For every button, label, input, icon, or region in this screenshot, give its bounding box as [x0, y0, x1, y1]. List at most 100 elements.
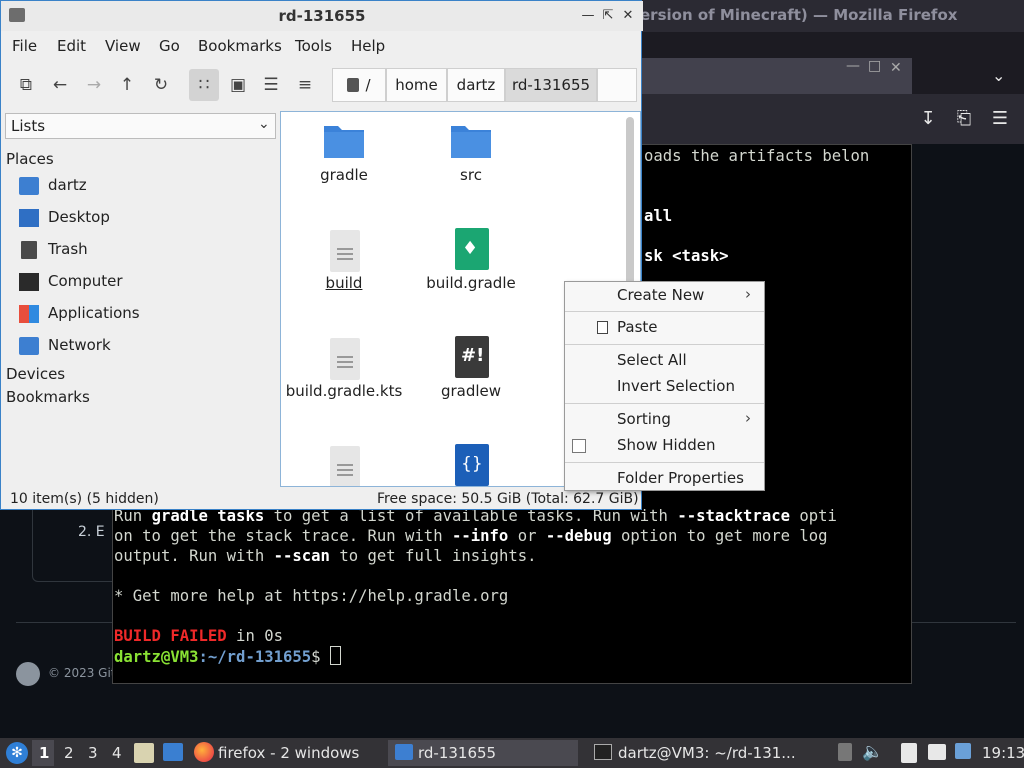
github-list-item: 2. E [78, 524, 105, 540]
sidebar-heading-devices[interactable]: Devices [6, 365, 65, 383]
terminal-prompt: dartz@VM3:~/rd-131655$ [114, 646, 341, 667]
terminal-line: oads the artifacts belon [644, 147, 870, 165]
menu-edit[interactable]: Edit [57, 37, 86, 55]
task-terminal[interactable]: dartz@VM3: ~/rd-131... [618, 744, 796, 762]
chevron-down-icon[interactable]: ⌄ [992, 66, 1012, 86]
menu-item-create-new[interactable]: Create New › [565, 284, 764, 308]
menu-bookmarks[interactable]: Bookmarks [198, 37, 282, 55]
detailed-list-view-icon[interactable]: ≡ [292, 73, 318, 97]
file-item-json[interactable]: {} [411, 444, 531, 486]
menu-tools[interactable]: Tools [295, 37, 332, 55]
sidebar-item-trash[interactable]: Trash [19, 238, 269, 264]
close-icon[interactable]: ✕ [890, 60, 902, 76]
folder-icon [451, 126, 491, 158]
menu-item-sorting[interactable]: Sorting › [565, 408, 764, 432]
terminal-line: all [644, 207, 673, 225]
volume-icon[interactable]: 🔈 [862, 742, 883, 762]
menu-view[interactable]: View [105, 37, 141, 55]
script-file-icon: #! [455, 336, 489, 378]
github-logo-icon[interactable] [16, 662, 40, 686]
terminal-line: * Get more help at https://help.gradle.o… [114, 587, 509, 605]
sidebar-item-applications[interactable]: Applications [19, 302, 269, 328]
grid-view-icon[interactable]: ∷ [191, 73, 217, 97]
free-space: Free space: 50.5 GiB (Total: 62.7 GiB) [377, 491, 639, 507]
text-file-icon [330, 338, 360, 380]
show-desktop-icon[interactable] [163, 743, 183, 761]
thumbnail-view-icon[interactable]: ▣ [225, 73, 251, 97]
maximize-icon[interactable]: □ [868, 58, 881, 74]
terminal-cursor [329, 646, 341, 665]
folder-icon [324, 126, 364, 158]
breadcrumb-dartz[interactable]: dartz [447, 68, 505, 102]
start-menu-icon[interactable]: ✻ [6, 742, 28, 764]
menu-item-paste[interactable]: Paste [565, 316, 764, 340]
scrollbar-thumb[interactable] [626, 117, 634, 287]
task-file-manager[interactable]: rd-131655 [418, 744, 496, 762]
workspace-2[interactable]: 2 [64, 744, 74, 762]
menu-item-folder-properties[interactable]: Folder Properties [565, 467, 764, 491]
menu-item-select-all[interactable]: Select All [565, 349, 764, 373]
gradle-file-icon: ♦ [455, 228, 489, 270]
chevron-right-icon: › [745, 285, 751, 303]
breadcrumb-root[interactable]: / [332, 68, 386, 102]
menu-separator [565, 344, 764, 345]
extensions-icon[interactable]: ⎗ [952, 108, 976, 132]
menu-separator [565, 311, 764, 312]
workspace-1[interactable]: 1 [39, 744, 49, 762]
elephant-icon: ♦ [462, 238, 479, 259]
breadcrumb-home[interactable]: home [386, 68, 447, 102]
reload-icon[interactable]: ↻ [148, 73, 174, 97]
file-manager-launcher-icon[interactable] [134, 743, 154, 763]
update-tray-icon[interactable] [955, 743, 971, 759]
breadcrumb-rd-131655[interactable]: rd-131655 [505, 68, 597, 102]
text-file-icon [330, 230, 360, 272]
minimize-icon[interactable]: — [846, 58, 860, 74]
file-item-build-gradle-kts[interactable]: build.gradle.kts [284, 336, 404, 436]
workspace-3[interactable]: 3 [88, 744, 98, 762]
json-file-icon: {} [455, 444, 489, 486]
sidebar-item-computer[interactable]: Computer [19, 270, 269, 296]
menu-item-invert-selection[interactable]: Invert Selection [565, 375, 764, 399]
taskbar: ✻ 1 2 3 4 firefox - 2 windows rd-131655 … [0, 738, 1024, 768]
forward-arrow-icon[interactable]: → [81, 73, 107, 97]
sidebar-mode-select[interactable]: Lists ⌄ [5, 113, 276, 139]
clipboard-tray-icon[interactable] [838, 743, 852, 761]
clipboard-icon [597, 321, 608, 334]
clock[interactable]: 19:13 [982, 744, 1024, 762]
firefox-icon [194, 742, 214, 762]
notes-tray-icon[interactable] [901, 743, 917, 763]
file-item-build-gradle[interactable]: ♦ build.gradle [411, 228, 531, 328]
file-item-text[interactable] [284, 444, 404, 486]
sidebar-item-dartz[interactable]: dartz [19, 174, 269, 200]
back-arrow-icon[interactable]: ← [47, 73, 73, 97]
up-arrow-icon[interactable]: ↑ [114, 73, 140, 97]
sidebar-heading-places[interactable]: Places [6, 150, 54, 168]
menu-go[interactable]: Go [159, 37, 180, 55]
download-icon[interactable]: ↧ [916, 108, 940, 132]
hamburger-menu-icon[interactable]: ☰ [988, 108, 1012, 132]
file-item-gradlew[interactable]: #! gradlew [411, 336, 531, 436]
desktop-icon [19, 209, 39, 227]
workspace-4[interactable]: 4 [112, 744, 122, 762]
menu-item-show-hidden[interactable]: Show Hidden [565, 434, 764, 458]
compact-view-icon[interactable]: ☰ [258, 73, 284, 97]
file-manager-titlebar[interactable]: rd-131655 — ⇱ ✕ [1, 1, 643, 31]
network-tray-icon[interactable] [928, 744, 946, 760]
file-item-build[interactable]: build [284, 228, 404, 328]
sidebar-item-desktop[interactable]: Desktop [19, 206, 269, 232]
item-count: 10 item(s) (5 hidden) [10, 491, 159, 507]
file-item-src[interactable]: src [411, 120, 531, 220]
minimize-icon[interactable]: — [579, 7, 597, 25]
sidebar-heading-bookmarks[interactable]: Bookmarks [6, 388, 90, 406]
file-item-gradle[interactable]: gradle [284, 120, 404, 220]
menu-help[interactable]: Help [351, 37, 385, 55]
maximize-icon[interactable]: ⇱ [599, 7, 617, 25]
sidebar-item-network[interactable]: Network [19, 334, 269, 360]
status-bar: 10 item(s) (5 hidden) Free space: 50.5 G… [2, 489, 642, 509]
menu-file[interactable]: File [12, 37, 37, 55]
close-icon[interactable]: ✕ [619, 7, 637, 25]
chevron-right-icon: › [745, 409, 751, 427]
show-hidden-checkbox[interactable] [572, 439, 586, 453]
task-firefox[interactable]: firefox - 2 windows [218, 744, 359, 762]
new-tab-icon[interactable]: ⧉ [13, 73, 39, 97]
